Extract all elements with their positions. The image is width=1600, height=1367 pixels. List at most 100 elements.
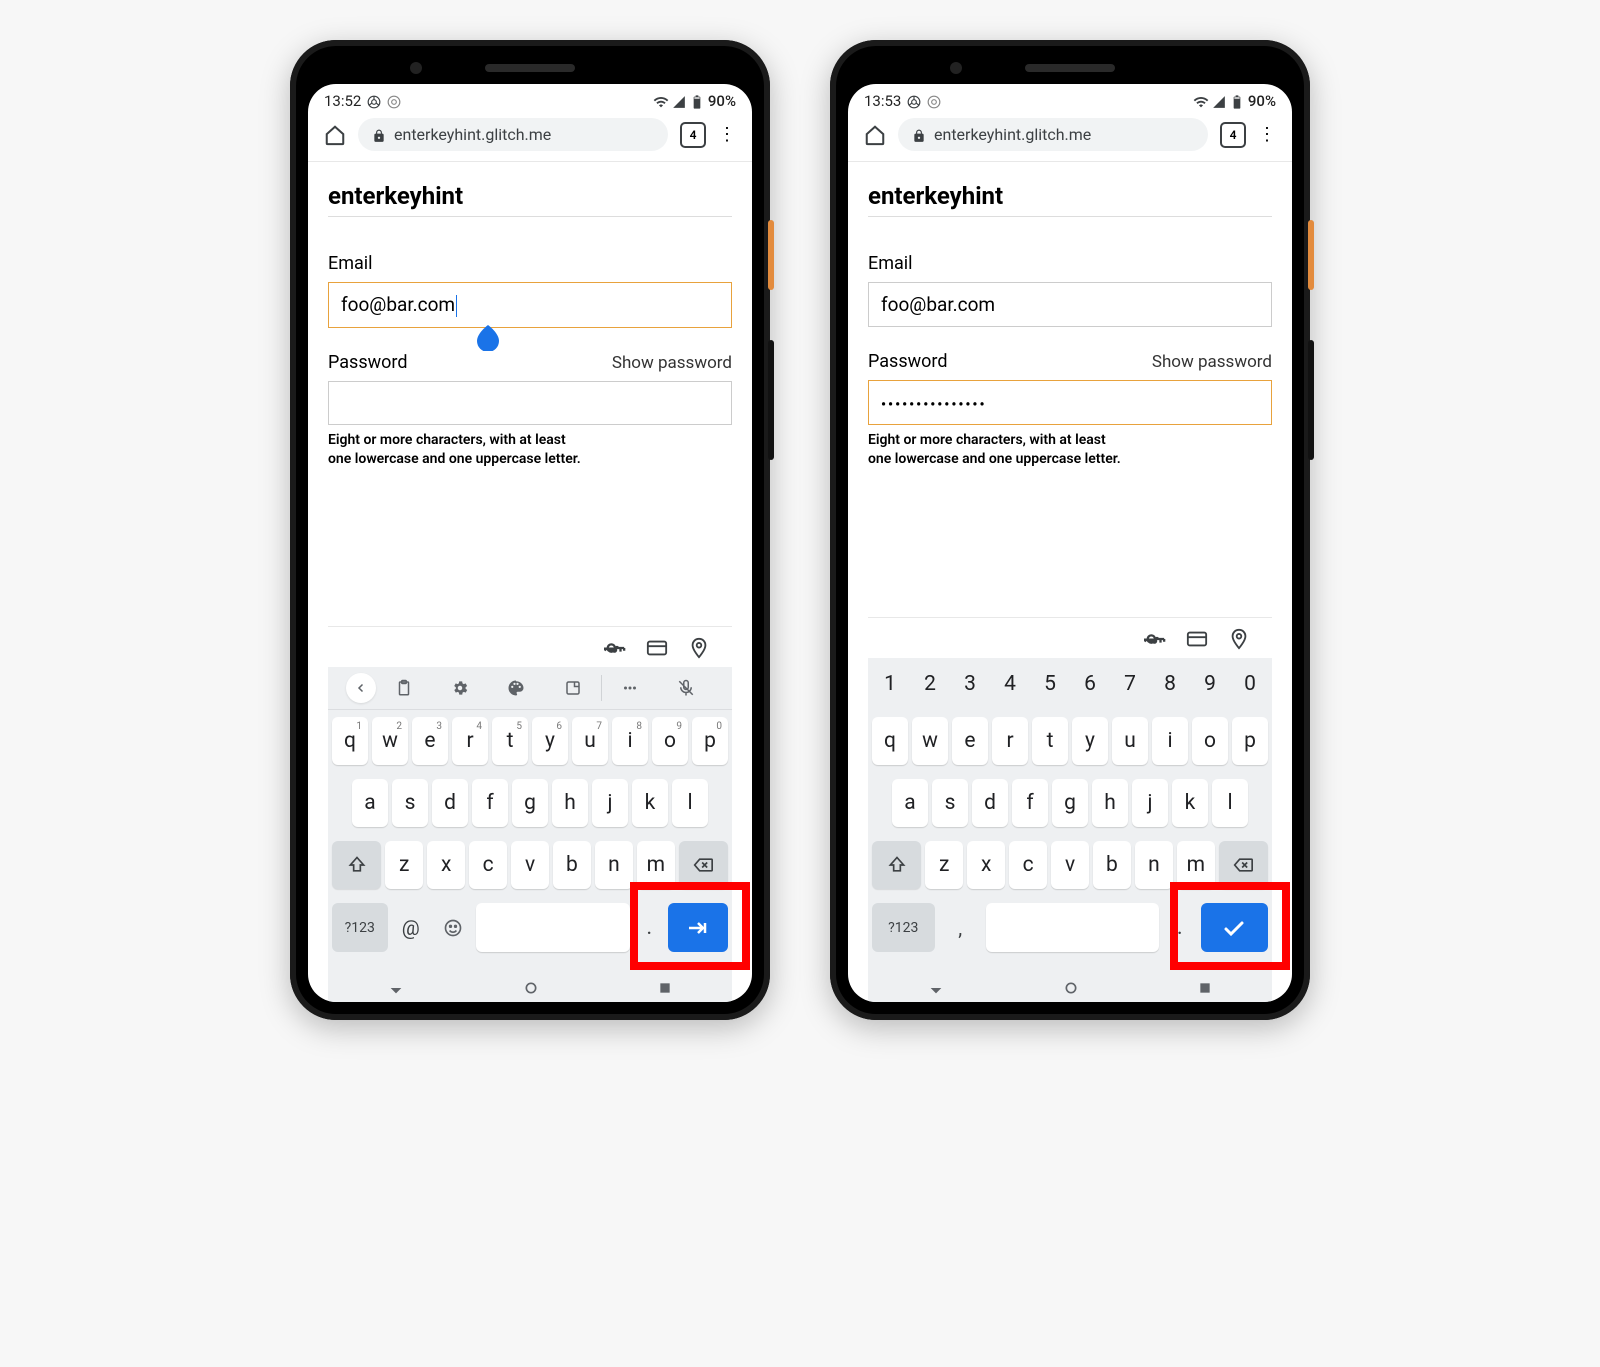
key-y[interactable]: y — [1072, 717, 1108, 765]
payment-card-icon[interactable] — [1186, 628, 1208, 650]
tab-switcher[interactable]: 4 — [680, 122, 706, 148]
key-4[interactable]: 4 — [990, 662, 1030, 706]
key-b[interactable]: b — [1093, 841, 1131, 889]
key-v[interactable]: v — [1051, 841, 1089, 889]
address-bar[interactable]: enterkeyhint.glitch.me — [898, 118, 1208, 151]
address-pin-icon[interactable] — [688, 637, 710, 659]
key-t[interactable]: t — [1032, 717, 1068, 765]
key-g[interactable]: g — [512, 779, 548, 827]
key-7[interactable]: 7 — [1110, 662, 1150, 706]
key-a[interactable]: a — [352, 779, 388, 827]
key-3[interactable]: 3 — [950, 662, 990, 706]
password-key-icon[interactable] — [1144, 628, 1166, 650]
key-j[interactable]: j — [1132, 779, 1168, 827]
key-q[interactable]: q — [872, 717, 908, 765]
key-q[interactable]: q1 — [332, 717, 368, 765]
nav-home[interactable] — [523, 977, 539, 996]
key-e[interactable]: e3 — [412, 717, 448, 765]
key-r[interactable]: r4 — [452, 717, 488, 765]
key-m[interactable]: m — [1177, 841, 1215, 889]
address-bar[interactable]: enterkeyhint.glitch.me — [358, 118, 668, 151]
key-m[interactable]: m — [637, 841, 675, 889]
key-p[interactable]: p — [1232, 717, 1268, 765]
gear-icon[interactable] — [432, 679, 488, 697]
palette-icon[interactable] — [488, 679, 544, 697]
key-c[interactable]: c — [1009, 841, 1047, 889]
key-a[interactable]: a — [892, 779, 928, 827]
key-9[interactable]: 9 — [1190, 662, 1230, 706]
key-x[interactable]: x — [427, 841, 465, 889]
key-comma[interactable]: , — [939, 903, 982, 952]
key-k[interactable]: k — [632, 779, 668, 827]
address-pin-icon[interactable] — [1228, 628, 1250, 650]
nav-back[interactable] — [928, 977, 944, 996]
mic-off-icon[interactable] — [658, 679, 714, 697]
key-period[interactable]: . — [634, 903, 664, 952]
nav-recent[interactable] — [658, 977, 672, 996]
key-0[interactable]: 0 — [1230, 662, 1270, 706]
enter-key[interactable] — [668, 903, 728, 952]
nav-home[interactable] — [1063, 977, 1079, 996]
key-o[interactable]: o9 — [652, 717, 688, 765]
key-l[interactable]: l — [1212, 779, 1248, 827]
clipboard-icon[interactable] — [376, 679, 432, 697]
key-u[interactable]: u7 — [572, 717, 608, 765]
key-j[interactable]: j — [592, 779, 628, 827]
key-z[interactable]: z — [385, 841, 423, 889]
key-o[interactable]: o — [1192, 717, 1228, 765]
password-input[interactable]: ••••••••••••••• — [868, 380, 1272, 425]
key-r[interactable]: r — [992, 717, 1028, 765]
toolbar-collapse-icon[interactable] — [346, 673, 376, 703]
email-input[interactable]: foo@bar.com — [328, 282, 732, 328]
key-z[interactable]: z — [925, 841, 963, 889]
key-f[interactable]: f — [1012, 779, 1048, 827]
key-d[interactable]: d — [432, 779, 468, 827]
show-password-toggle[interactable]: Show password — [612, 353, 732, 373]
home-icon[interactable] — [324, 124, 346, 146]
key-5[interactable]: 5 — [1030, 662, 1070, 706]
payment-card-icon[interactable] — [646, 637, 668, 659]
text-caret-handle[interactable] — [477, 325, 499, 351]
key-f[interactable]: f — [472, 779, 508, 827]
key-2[interactable]: 2 — [910, 662, 950, 706]
key-1[interactable]: 1 — [870, 662, 910, 706]
nav-back[interactable] — [388, 977, 404, 996]
key-w[interactable]: w2 — [372, 717, 408, 765]
key-w[interactable]: w — [912, 717, 948, 765]
browser-menu-icon[interactable]: ⋮ — [718, 126, 736, 144]
symbols-key[interactable]: ?123 — [332, 903, 388, 952]
nav-recent[interactable] — [1198, 977, 1212, 996]
sticker-icon[interactable] — [545, 679, 601, 697]
backspace-key[interactable] — [679, 841, 728, 889]
key-s[interactable]: s — [392, 779, 428, 827]
email-input[interactable]: foo@bar.com — [868, 282, 1272, 327]
password-input[interactable] — [328, 381, 732, 425]
key-d[interactable]: d — [972, 779, 1008, 827]
key-6[interactable]: 6 — [1070, 662, 1110, 706]
show-password-toggle[interactable]: Show password — [1152, 352, 1272, 372]
home-icon[interactable] — [864, 124, 886, 146]
tab-switcher[interactable]: 4 — [1220, 122, 1246, 148]
enter-key[interactable] — [1201, 903, 1268, 952]
key-s[interactable]: s — [932, 779, 968, 827]
key-p[interactable]: p0 — [692, 717, 728, 765]
key-period[interactable]: . — [1163, 903, 1197, 952]
key-n[interactable]: n — [1135, 841, 1173, 889]
space-key[interactable] — [986, 903, 1159, 952]
key-u[interactable]: u — [1112, 717, 1148, 765]
key-8[interactable]: 8 — [1150, 662, 1190, 706]
key-g[interactable]: g — [1052, 779, 1088, 827]
key-i[interactable]: i8 — [612, 717, 648, 765]
key-x[interactable]: x — [967, 841, 1005, 889]
more-icon[interactable] — [602, 679, 658, 697]
key-c[interactable]: c — [469, 841, 507, 889]
key-b[interactable]: b — [553, 841, 591, 889]
key-i[interactable]: i — [1152, 717, 1188, 765]
key-v[interactable]: v — [511, 841, 549, 889]
symbols-key[interactable]: ?123 — [872, 903, 935, 952]
key-y[interactable]: y6 — [532, 717, 568, 765]
key-l[interactable]: l — [672, 779, 708, 827]
key-at[interactable]: @ — [392, 903, 430, 952]
shift-key[interactable] — [872, 841, 921, 889]
key-n[interactable]: n — [595, 841, 633, 889]
